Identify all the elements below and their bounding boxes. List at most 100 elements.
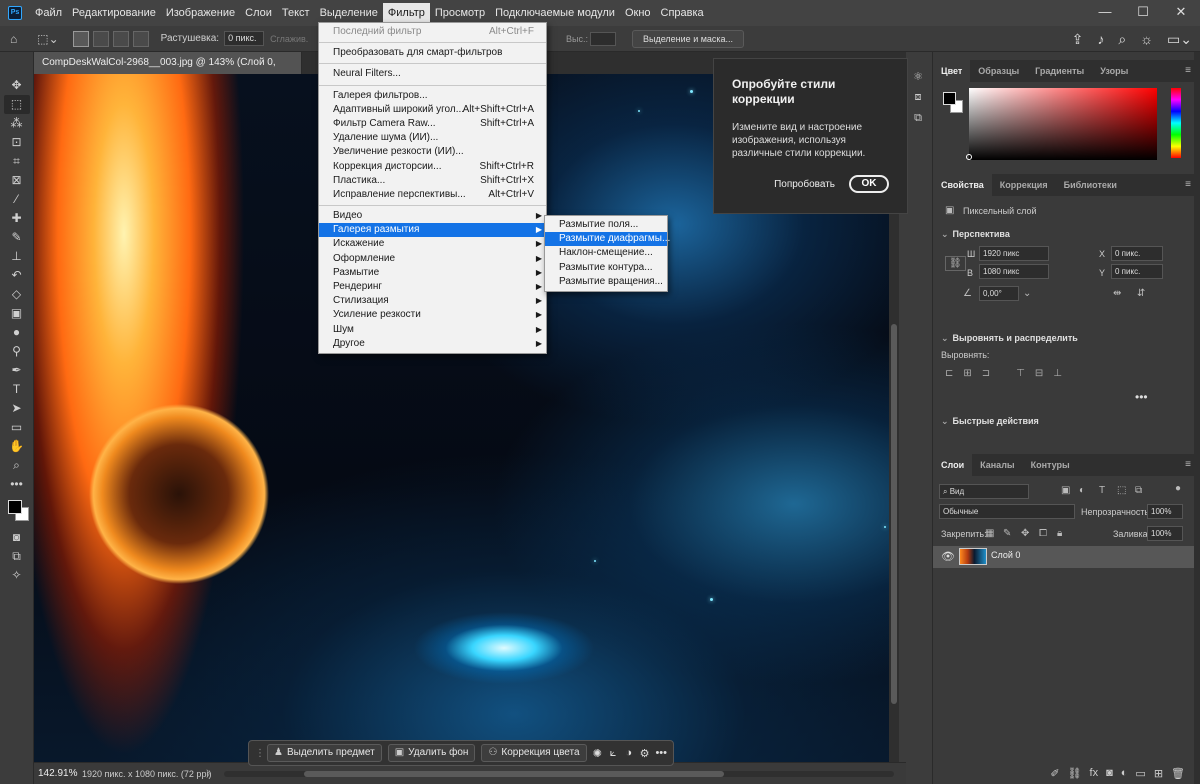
panel-menu-icon[interactable]: ≡	[1185, 454, 1191, 476]
rectangular-marquee-tool-icon[interactable]: ⬚	[3, 95, 30, 114]
filter-menu-item[interactable]: Neural Filters...	[319, 67, 546, 81]
perspective-section[interactable]: ⌄ Перспектива	[941, 229, 1010, 240]
layer-name[interactable]: Слой 0	[991, 550, 1020, 560]
add-mask-icon[interactable]: ◙	[1106, 767, 1113, 779]
generate-icon[interactable]: ✧	[4, 566, 30, 585]
menu-edit[interactable]: Редактирование	[67, 3, 161, 23]
menu-window[interactable]: Окно	[620, 3, 656, 23]
menu-layers[interactable]: Слои	[240, 3, 277, 23]
remove-background-button[interactable]: ▣ Удалить фон	[387, 744, 476, 762]
menu-filter[interactable]: Фильтр	[382, 3, 430, 23]
pen-tool-icon[interactable]: ✒	[4, 361, 30, 380]
width-input[interactable]: 1920 пикс	[979, 246, 1049, 261]
foreground-color[interactable]	[943, 92, 956, 105]
color-swatches[interactable]	[4, 498, 30, 524]
maximize-button[interactable]: ☐	[1124, 0, 1162, 26]
panel-toggle-icon[interactable]: ⧈	[915, 91, 922, 104]
menu-plugins[interactable]: Подключаемые модули	[490, 3, 620, 23]
lock-transparent-icon[interactable]: ▦	[985, 528, 994, 539]
panel-menu-icon[interactable]: ≡	[1185, 174, 1191, 196]
filter-menu-item[interactable]: Шум ▶	[319, 323, 546, 337]
menu-help[interactable]: Справка	[656, 3, 709, 23]
search-icon[interactable]: ⌕	[1118, 31, 1126, 48]
scrollbar-thumb[interactable]	[891, 324, 897, 704]
healing-brush-tool-icon[interactable]: ✚	[4, 209, 30, 228]
align-center-h-icon[interactable]: ⊞	[963, 368, 971, 379]
tab-patterns[interactable]: Узоры	[1092, 60, 1136, 82]
filter-menu-item[interactable]: Фильтр Camera Raw... Shift+Ctrl+A	[319, 117, 546, 131]
filter-menu-item[interactable]: Исправление перспективы... Alt+Ctrl+V	[319, 188, 546, 202]
scrollbar-thumb[interactable]	[304, 771, 724, 777]
filter-menu-item[interactable]: Коррекция дисторсии... Shift+Ctrl+R	[319, 160, 546, 174]
filter-smart-icon[interactable]: ⧉	[1135, 485, 1142, 496]
more-align-icon[interactable]: •••	[1135, 390, 1148, 404]
panel-scrollbar[interactable]	[1194, 52, 1200, 784]
menu-image[interactable]: Изображение	[161, 3, 240, 23]
brush-tool-icon[interactable]: ✎	[4, 228, 30, 247]
canvas-horizontal-scrollbar[interactable]	[224, 771, 894, 777]
discover-icon[interactable]: ☼	[1140, 31, 1153, 47]
layer-filter-select[interactable]: ⌕ Вид	[939, 484, 1029, 499]
fx-icon[interactable]: fx	[1090, 767, 1099, 779]
new-layer-icon[interactable]: ⊞	[1154, 767, 1163, 780]
visibility-eye-icon[interactable]: 👁︎	[941, 550, 955, 563]
filter-menu-item[interactable]: Усиление резкости ▶	[319, 308, 546, 322]
tab-channels[interactable]: Каналы	[972, 454, 1022, 476]
fill-input[interactable]: 100%	[1147, 526, 1183, 541]
ok-button[interactable]: OK	[849, 175, 889, 193]
move-tool-icon[interactable]: ✥	[4, 76, 30, 95]
select-subject-button[interactable]: ♟ Выделить предмет	[267, 744, 382, 762]
frame-tool-icon[interactable]: ⊠	[4, 171, 30, 190]
panel-color-swatches[interactable]	[941, 92, 967, 116]
dodge-tool-icon[interactable]: ⚲	[4, 342, 30, 361]
menu-select[interactable]: Выделение	[315, 3, 383, 23]
quick-selection-tool-icon[interactable]: ⊡	[4, 133, 30, 152]
close-button[interactable]: ✕	[1162, 0, 1200, 26]
adjustment-presets-icon[interactable]: ⚛	[913, 70, 923, 83]
link-layers-icon[interactable]: ⛓	[1068, 767, 1082, 780]
tab-properties[interactable]: Свойства	[933, 174, 992, 196]
crop-tool-icon[interactable]: ⌗	[4, 152, 30, 171]
angle-dropdown-icon[interactable]: ⌄	[1023, 288, 1031, 299]
align-section[interactable]: ⌄ Выровнять и распределить	[941, 333, 1078, 344]
color-picker-cursor[interactable]	[966, 154, 972, 160]
filter-menu-item[interactable]: Удаление шума (ИИ)...	[319, 131, 546, 145]
tab-swatches[interactable]: Образцы	[970, 60, 1027, 82]
blur-submenu-item[interactable]: Размытие диафрагмы...	[545, 232, 670, 247]
filter-menu-item[interactable]: Видео ▶	[319, 209, 546, 223]
marquee-preset-icon[interactable]: ⬚⌄	[37, 32, 58, 46]
color-correction-button[interactable]: ⚇ Коррекция цвета	[481, 744, 587, 762]
lock-artboard-icon[interactable]: ⧠	[1039, 528, 1047, 539]
screen-mode-icon[interactable]: ⧉	[4, 547, 30, 566]
filter-menu-item[interactable]: Пластика... Shift+Ctrl+X	[319, 174, 546, 188]
layer-row[interactable]: 👁︎ Слой 0	[933, 546, 1195, 568]
menu-type[interactable]: Текст	[277, 3, 315, 23]
brush-icon[interactable]: ✐	[1050, 767, 1059, 780]
tab-layers[interactable]: Слои	[933, 454, 973, 476]
feather-input[interactable]: 0 пикс.	[224, 31, 265, 46]
filter-shape-icon[interactable]: ⬚	[1117, 485, 1126, 496]
menu-view[interactable]: Просмотр	[430, 3, 490, 23]
grip-handle-icon[interactable]: ⋮	[255, 748, 265, 759]
workspace-icon[interactable]: ▭⌄	[1167, 31, 1192, 48]
transform-icon[interactable]: ⟀	[608, 747, 618, 760]
align-left-icon[interactable]: ⊏	[945, 368, 953, 379]
filter-menu-item[interactable]: Галерея фильтров...	[319, 89, 546, 103]
filter-menu-item[interactable]: Искажение ▶	[319, 237, 546, 251]
height-input[interactable]	[590, 32, 616, 46]
new-group-icon[interactable]: ▭	[1135, 767, 1145, 780]
filter-menu-item[interactable]: Адаптивный широкий угол... Alt+Shift+Ctrl…	[319, 103, 546, 117]
filter-menu-item[interactable]: Размытие ▶	[319, 266, 546, 280]
blur-submenu-item[interactable]: Размытие вращения...	[545, 275, 667, 289]
filter-type-icon[interactable]: T	[1099, 485, 1105, 496]
hue-slider[interactable]	[1171, 88, 1181, 158]
menu-file[interactable]: Файл	[30, 3, 67, 23]
eraser-tool-icon[interactable]: ◇	[4, 285, 30, 304]
lock-all-icon[interactable]: 🔒︎	[1057, 528, 1062, 539]
status-menu-arrow-icon[interactable]: 〉	[206, 763, 215, 784]
adjustment-layer-icon[interactable]: ◐	[1121, 767, 1128, 779]
opacity-input[interactable]: 100%	[1147, 504, 1183, 519]
zoom-level[interactable]: 142.91%	[38, 767, 77, 781]
more-tools-icon[interactable]: •••	[4, 475, 30, 494]
quick-actions-section[interactable]: ⌄ Быстрые действия	[941, 416, 1039, 427]
